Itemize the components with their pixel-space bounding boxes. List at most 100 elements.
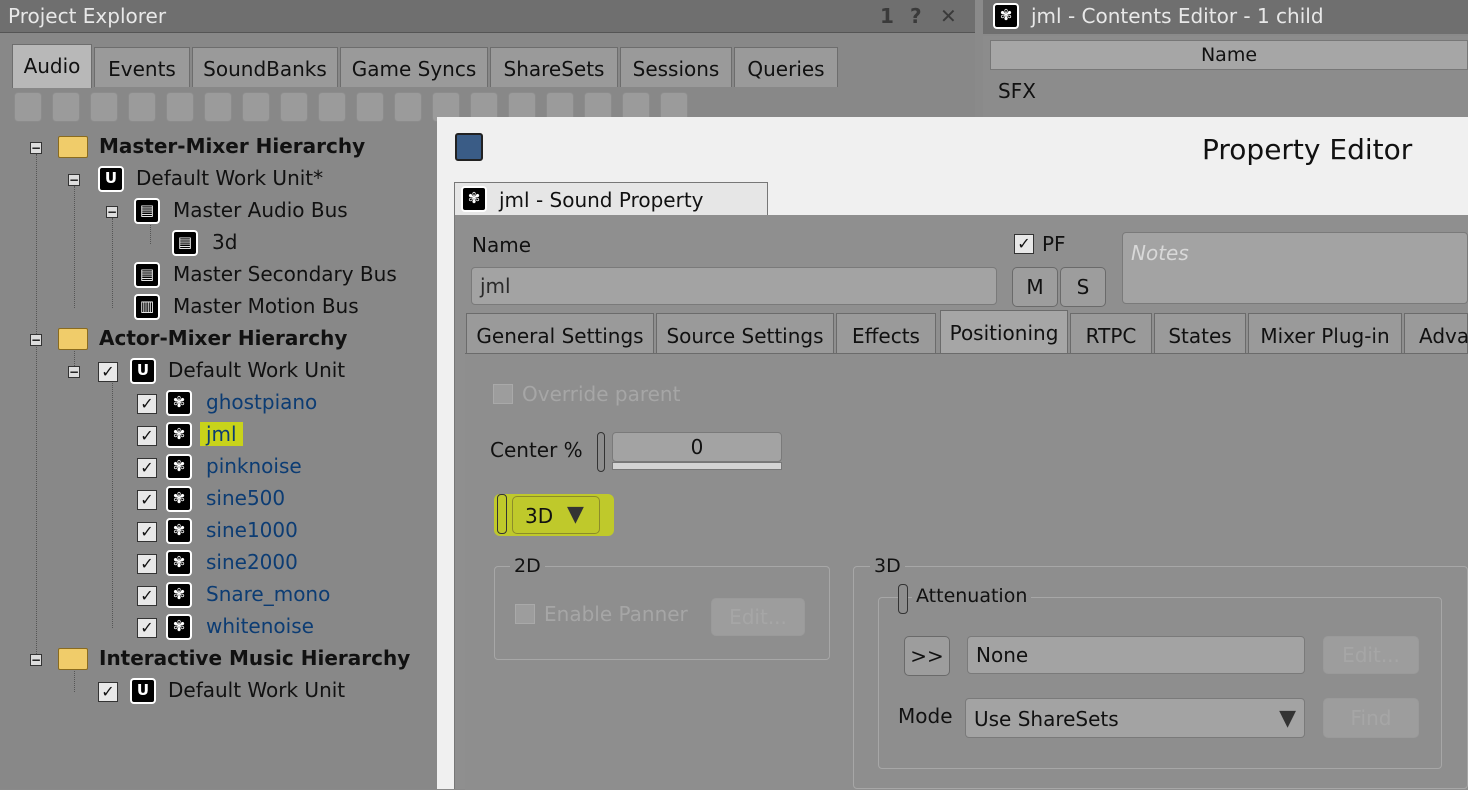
link-indicator-icon[interactable] bbox=[497, 494, 507, 534]
notes-field[interactable]: Notes bbox=[1122, 232, 1468, 304]
tree-line bbox=[112, 218, 113, 308]
collapse-toggle[interactable]: − bbox=[30, 654, 42, 666]
tree-item-master-mixer[interactable]: Master-Mixer Hierarchy bbox=[99, 134, 365, 158]
tab-events[interactable]: Events bbox=[94, 47, 190, 87]
checkbox[interactable]: ✓ bbox=[137, 426, 157, 446]
checkbox[interactable]: ✓ bbox=[98, 362, 118, 382]
sound-icon: ✾ bbox=[166, 518, 192, 544]
list-tool-icon[interactable] bbox=[204, 92, 232, 122]
checkbox[interactable]: ✓ bbox=[137, 586, 157, 606]
tree-item-sound[interactable]: sine2000 bbox=[206, 550, 298, 574]
link-indicator-icon[interactable] bbox=[898, 584, 908, 614]
pin-number-button[interactable]: 1 bbox=[880, 4, 894, 28]
mode-label: Mode bbox=[898, 704, 953, 728]
checkbox[interactable]: ✓ bbox=[137, 490, 157, 510]
grid-tool-icon[interactable] bbox=[166, 92, 194, 122]
folder-icon bbox=[58, 136, 88, 158]
tree-item-sound[interactable]: sine500 bbox=[206, 486, 285, 510]
tab-positioning[interactable]: Positioning bbox=[940, 310, 1068, 354]
checkbox[interactable]: ✓ bbox=[137, 522, 157, 542]
tree-item-master-audio-bus[interactable]: Master Audio Bus bbox=[173, 198, 348, 222]
tree-item-actor-mixer[interactable]: Actor-Mixer Hierarchy bbox=[99, 326, 347, 350]
tree-line bbox=[74, 186, 75, 308]
tree-item-sound-selected[interactable]: jml bbox=[200, 422, 243, 446]
checkbox[interactable]: ✓ bbox=[137, 618, 157, 638]
link-indicator-icon[interactable] bbox=[597, 432, 605, 472]
checkbox[interactable]: ✓ bbox=[137, 458, 157, 478]
collapse-toggle[interactable]: − bbox=[68, 366, 80, 378]
tab-advanced[interactable]: Adva bbox=[1404, 313, 1468, 353]
tree-item-master-motion-bus[interactable]: Master Motion Bus bbox=[173, 294, 359, 318]
project-explorer-titlebar: Project Explorer 1 ? ✕ bbox=[0, 0, 975, 33]
mixer-tool-icon[interactable] bbox=[128, 92, 156, 122]
tab-source-settings[interactable]: Source Settings bbox=[656, 313, 834, 353]
tab-soundbanks[interactable]: SoundBanks bbox=[192, 47, 338, 87]
checkbox[interactable]: ✓ bbox=[98, 682, 118, 702]
work-unit-icon: U bbox=[98, 166, 124, 192]
tab-queries[interactable]: Queries bbox=[734, 47, 838, 87]
edit-attenuation-button[interactable]: Edit... bbox=[1323, 636, 1419, 674]
help-button[interactable]: ? bbox=[910, 4, 922, 28]
tree-item-sound[interactable]: sine1000 bbox=[206, 518, 298, 542]
pf-label: PF bbox=[1042, 232, 1066, 256]
collapse-toggle[interactable]: − bbox=[106, 206, 118, 218]
tab-states[interactable]: States bbox=[1154, 313, 1246, 353]
tab-sharesets[interactable]: ShareSets bbox=[490, 47, 618, 87]
tree-item-default-work-unit[interactable]: Default Work Unit* bbox=[136, 166, 323, 190]
bus-tool-icon[interactable] bbox=[394, 92, 422, 122]
tree-item-sound[interactable]: pinknoise bbox=[206, 454, 302, 478]
collapse-toggle[interactable]: − bbox=[30, 142, 42, 154]
collapse-toggle[interactable]: − bbox=[30, 334, 42, 346]
checkbox[interactable]: ✓ bbox=[137, 554, 157, 574]
tab-rtpc[interactable]: RTPC bbox=[1070, 313, 1152, 353]
physical-folder-tool-icon[interactable] bbox=[90, 92, 118, 122]
blend-tool-icon[interactable] bbox=[242, 92, 270, 122]
tree-item-3d-bus[interactable]: 3d bbox=[212, 230, 237, 254]
name-field[interactable]: jml bbox=[471, 267, 997, 305]
close-icon[interactable]: ✕ bbox=[940, 4, 957, 28]
find-button[interactable]: Find bbox=[1323, 698, 1419, 738]
tab-sessions[interactable]: Sessions bbox=[620, 47, 732, 87]
tab-audio[interactable]: Audio bbox=[12, 44, 92, 88]
tab-general-settings[interactable]: General Settings bbox=[466, 313, 654, 353]
voice-tool-icon[interactable] bbox=[356, 92, 384, 122]
mode-select[interactable]: Use ShareSets ▼ bbox=[965, 698, 1305, 738]
positioning-mode-dropdown[interactable]: 3D ▼ bbox=[512, 496, 600, 534]
switch-tool-icon[interactable] bbox=[280, 92, 308, 122]
tree-item-default-work-unit[interactable]: Default Work Unit bbox=[168, 358, 345, 382]
column-header-name[interactable]: Name bbox=[990, 40, 1468, 70]
checkbox[interactable]: ✓ bbox=[137, 394, 157, 414]
audio-bus-icon: ▤ bbox=[134, 262, 160, 288]
center-percent-slider[interactable]: 0 bbox=[612, 432, 782, 462]
solo-button[interactable]: S bbox=[1060, 267, 1106, 307]
sound-icon: ✾ bbox=[166, 454, 192, 480]
edit-panner-button[interactable]: Edit... bbox=[711, 598, 805, 636]
list-item[interactable]: SFX bbox=[998, 79, 1036, 103]
sound-icon: ✾ bbox=[166, 582, 192, 608]
tab-mixer-plugin[interactable]: Mixer Plug-in bbox=[1248, 313, 1402, 353]
tree-line bbox=[36, 154, 37, 662]
collapse-toggle[interactable]: − bbox=[68, 174, 80, 186]
center-slider-track[interactable] bbox=[612, 462, 782, 470]
enable-panner-checkbox[interactable] bbox=[515, 604, 535, 624]
tree-item-sound[interactable]: Snare_mono bbox=[206, 582, 330, 606]
tab-effects[interactable]: Effects bbox=[836, 313, 936, 353]
sound-property-editor-tab[interactable]: ✾ jml - Sound Property Editor bbox=[454, 182, 768, 236]
override-parent-checkbox[interactable] bbox=[493, 384, 513, 404]
chevron-down-icon: ▼ bbox=[1279, 706, 1296, 731]
attenuation-browse-button[interactable]: >> bbox=[904, 636, 950, 676]
folder-tool-icon[interactable] bbox=[52, 92, 80, 122]
tree-line bbox=[112, 380, 113, 628]
tree-item-master-secondary-bus[interactable]: Master Secondary Bus bbox=[173, 262, 397, 286]
sound-icon: ✾ bbox=[166, 614, 192, 640]
sound-tool-icon[interactable] bbox=[318, 92, 346, 122]
tree-item-sound[interactable]: ghostpiano bbox=[206, 390, 317, 414]
pf-checkbox[interactable]: ✓ bbox=[1014, 234, 1034, 254]
mute-button[interactable]: M bbox=[1012, 267, 1058, 307]
work-unit-tool-icon[interactable] bbox=[14, 92, 42, 122]
tree-item-interactive-music[interactable]: Interactive Music Hierarchy bbox=[99, 646, 410, 670]
tree-item-sound[interactable]: whitenoise bbox=[206, 614, 314, 638]
tab-game-syncs[interactable]: Game Syncs bbox=[340, 47, 488, 87]
tree-item-default-work-unit[interactable]: Default Work Unit bbox=[168, 678, 345, 702]
attenuation-field[interactable]: None bbox=[967, 636, 1305, 674]
